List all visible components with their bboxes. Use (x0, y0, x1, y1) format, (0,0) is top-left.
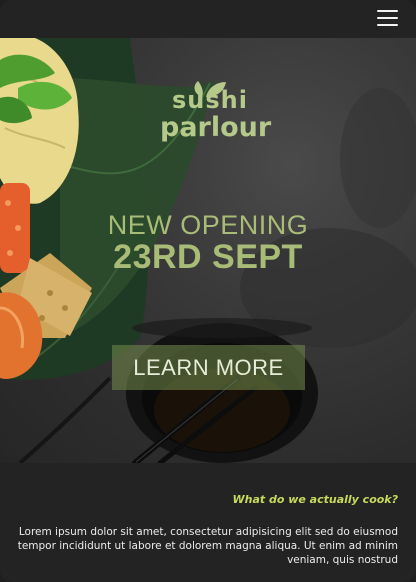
app-frame: sushi parlour NEW OPENING 23RD SEPT LEAR… (0, 0, 416, 582)
headline-date: 23RD SEPT (113, 238, 303, 276)
sushi-parlour-logo: sushi parlour (160, 81, 272, 143)
leaf-icon (194, 81, 226, 97)
top-nav-bar (0, 0, 416, 38)
about-section: What do we actually cook? Lorem ipsum do… (0, 463, 416, 582)
section-subheading: What do we actually cook? (232, 493, 398, 506)
logo-text-line2: parlour (160, 112, 272, 143)
learn-more-button[interactable]: LEARN MORE (112, 345, 305, 390)
hamburger-menu-icon[interactable] (377, 10, 398, 26)
section-body-text: Lorem ipsum dolor sit amet, consectetur … (17, 526, 398, 566)
hero-banner: sushi parlour NEW OPENING 23RD SEPT LEAR… (0, 38, 416, 463)
headline-new-opening: NEW OPENING (107, 210, 309, 240)
